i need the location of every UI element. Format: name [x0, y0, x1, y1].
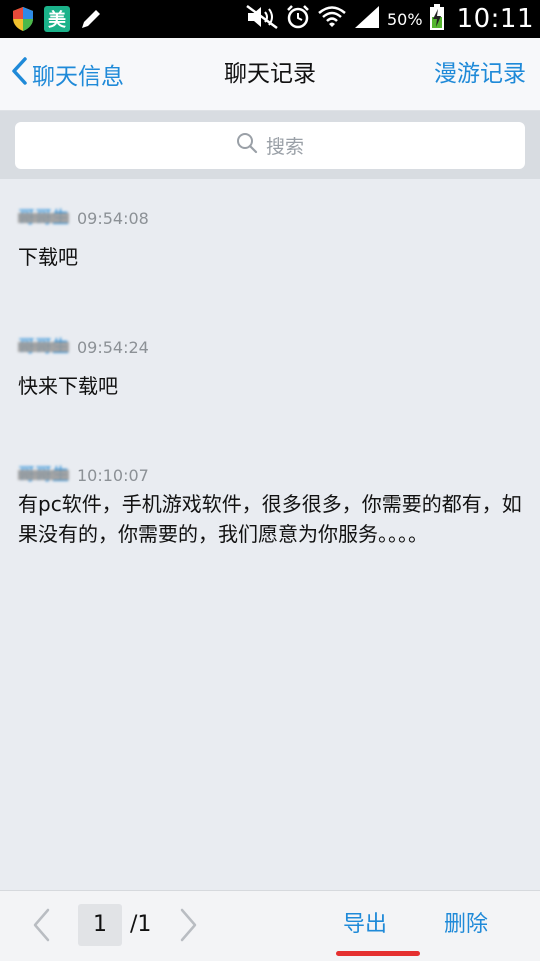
- bottom-toolbar: 1 /1 导出 删除: [0, 890, 540, 961]
- message-time: 09:54:24: [77, 337, 149, 357]
- chevron-left-icon[interactable]: [30, 907, 52, 947]
- status-time: 10:11: [456, 4, 534, 34]
- status-bar-notifications: 美: [10, 4, 104, 34]
- roaming-records-button[interactable]: 漫游记录: [434, 38, 526, 110]
- pen-icon: [78, 6, 104, 32]
- total-pages: /1: [130, 912, 152, 937]
- sender-name: 哥哥生: [18, 465, 69, 485]
- message-time: 10:10:07: [77, 465, 149, 485]
- message-header: 哥哥生 09:54:24: [18, 335, 532, 359]
- delete-button[interactable]: 删除: [444, 905, 488, 945]
- status-bar: 美 50% 10:11: [0, 0, 540, 38]
- search-placeholder: 搜索: [265, 136, 304, 158]
- export-highlight-underline: [336, 951, 420, 956]
- sender-name: 哥哥生: [18, 337, 69, 357]
- chevron-left-icon: [10, 56, 32, 92]
- message-item[interactable]: 哥哥生 09:54:24 快来下载吧: [18, 335, 532, 401]
- search-icon: [236, 132, 266, 159]
- battery-charging-icon: [429, 3, 445, 35]
- message-time: 09:54:08: [77, 208, 149, 228]
- message-item[interactable]: 哥哥生 10:10:07 有pc软件，手机游戏软件，很多很多，你需要的都有，如果…: [18, 463, 532, 549]
- message-item[interactable]: 哥哥生 09:54:08 下载吧: [18, 206, 532, 272]
- shield-icon: [10, 6, 36, 32]
- message-header: 哥哥生 09:54:08: [18, 206, 532, 230]
- back-button-label: 聊天信息: [32, 64, 124, 90]
- battery-percent: 50%: [387, 9, 423, 29]
- header-bar: 聊天信息 聊天记录 漫游记录: [0, 38, 540, 111]
- status-bar-system: 50% 10:11: [245, 0, 534, 38]
- current-page-input[interactable]: 1: [78, 904, 122, 946]
- mute-icon: [245, 4, 279, 34]
- search-bar: 搜索: [0, 111, 540, 179]
- sender-name: 哥哥生: [18, 208, 69, 228]
- message-list[interactable]: 哥哥生 09:54:08 下载吧 哥哥生 09:54:24 快来下载吧 哥哥生 …: [0, 180, 540, 890]
- back-button[interactable]: 聊天信息: [10, 38, 124, 110]
- signal-icon: [353, 4, 381, 34]
- alarm-clock-icon: [285, 4, 311, 34]
- message-header: 哥哥生 10:10:07: [18, 463, 532, 487]
- meituan-app-icon: 美: [44, 6, 70, 32]
- message-text: 快来下载吧: [18, 374, 118, 398]
- wifi-icon: [317, 4, 347, 34]
- message-text: 下载吧: [18, 245, 78, 269]
- message-text: 有pc软件，手机游戏软件，很多很多，你需要的都有，如果没有的，你需要的，我们愿意…: [18, 492, 522, 546]
- chevron-right-icon[interactable]: [178, 907, 200, 947]
- search-input[interactable]: 搜索: [15, 122, 525, 169]
- export-button[interactable]: 导出: [343, 905, 387, 945]
